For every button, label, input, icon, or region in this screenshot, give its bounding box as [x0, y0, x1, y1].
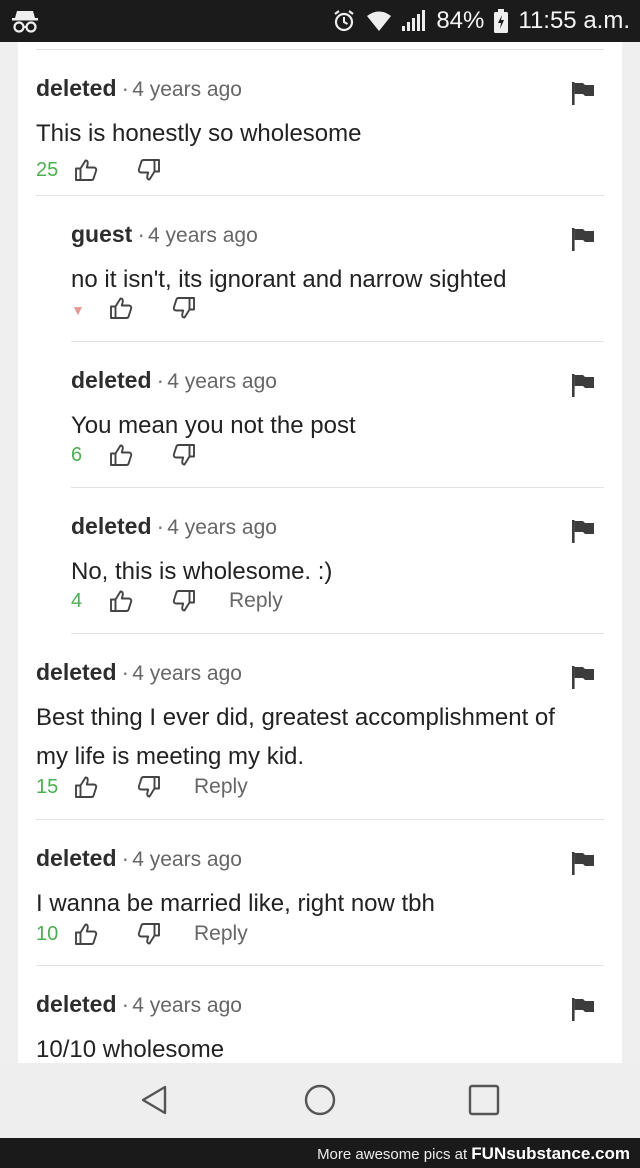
comment-score: 4	[71, 589, 83, 612]
comment-meta: deleted · 4 years ago	[71, 367, 277, 394]
reply-button[interactable]: Reply	[194, 922, 248, 946]
comment-age: 4 years ago	[132, 994, 242, 1017]
thumbs-down-icon[interactable]	[171, 295, 197, 321]
thumbs-up-icon[interactable]	[108, 295, 134, 321]
comment: guest · 4 years ago no it isn't, its ignor…	[71, 196, 604, 342]
thumbs-down-icon[interactable]	[136, 774, 162, 800]
thumbs-up-icon[interactable]	[73, 774, 99, 800]
flag-icon[interactable]	[570, 226, 596, 252]
navigation-bar	[0, 1063, 640, 1138]
comment-text: I wanna be married like, right now tbh	[36, 890, 435, 917]
comment-author[interactable]: deleted	[36, 659, 117, 685]
comment-author[interactable]: deleted	[36, 845, 117, 871]
meta-dot: ·	[121, 75, 130, 101]
thumbs-up-icon[interactable]	[73, 921, 99, 947]
comment-author[interactable]: deleted	[71, 513, 152, 539]
comments-panel: deleted · 4 years ago This is honestly so …	[18, 42, 622, 1063]
comment-meta: deleted · 4 years ago	[36, 75, 242, 102]
comment-text: This is honestly so wholesome	[36, 120, 362, 147]
reply-button[interactable]: Reply	[194, 775, 248, 799]
thumbs-up-icon[interactable]	[73, 157, 99, 183]
flag-icon[interactable]	[570, 850, 596, 876]
thumbs-down-icon[interactable]	[136, 921, 162, 947]
comment-age: 4 years ago	[132, 78, 242, 101]
comment: deleted · 4 years ago You mean you not the…	[71, 342, 604, 488]
comment-meta: deleted · 4 years ago	[36, 845, 242, 872]
comment-author[interactable]: guest	[71, 221, 132, 247]
comment-meta: deleted · 4 years ago	[36, 659, 242, 686]
comment-age: 4 years ago	[132, 848, 242, 871]
comment-score: 10	[36, 922, 59, 945]
thumbs-up-icon[interactable]	[108, 442, 134, 468]
comment-actions: 15 Reply	[36, 772, 248, 802]
alarm-icon	[334, 10, 354, 32]
comment-meta: guest · 4 years ago	[71, 221, 258, 248]
thumbs-up-icon[interactable]	[108, 588, 134, 614]
comment-actions: 4 Reply	[71, 586, 283, 616]
incognito-icon	[12, 11, 38, 33]
comment-score: 15	[36, 775, 59, 798]
meta-dot: ·	[156, 367, 165, 393]
back-triangle-icon[interactable]	[135, 1080, 175, 1120]
comment-age: 4 years ago	[167, 516, 277, 539]
home-circle-icon[interactable]	[300, 1080, 340, 1120]
comment-author[interactable]: deleted	[71, 367, 152, 393]
comment-meta: deleted · 4 years ago	[36, 991, 242, 1018]
comment-meta: deleted · 4 years ago	[71, 513, 277, 540]
triangle-down-icon[interactable]: ▼	[71, 298, 108, 318]
battery-icon	[494, 9, 509, 33]
signal-icon	[402, 10, 426, 31]
meta-dot: ·	[121, 991, 130, 1017]
comment-author[interactable]: deleted	[36, 75, 117, 101]
watermark: More awesome pics at FUNsubstance.com	[317, 1144, 630, 1164]
comment-age: 4 years ago	[132, 662, 242, 685]
comment-score: 25	[36, 158, 59, 181]
comment-actions: 6	[71, 440, 229, 470]
thumbs-down-icon[interactable]	[136, 157, 162, 183]
meta-dot: ·	[121, 659, 130, 685]
comment-actions: 10 Reply	[36, 919, 248, 949]
comment-text: 10/10 wholesome	[36, 1036, 225, 1063]
meta-dot: ·	[121, 845, 130, 871]
comment: deleted · 4 years ago This is honestly so …	[36, 50, 604, 196]
comment-actions: ▼	[71, 293, 229, 323]
reply-button[interactable]: Reply	[229, 589, 283, 613]
clock: 11:55 a.m.	[518, 7, 630, 34]
comment-actions: 25	[36, 155, 194, 185]
watermark-bar: More awesome pics at FUNsubstance.com	[0, 1138, 640, 1168]
comment-age: 4 years ago	[167, 370, 277, 393]
watermark-brand: FUNsubstance.com	[471, 1144, 630, 1163]
thumbs-down-icon[interactable]	[171, 442, 197, 468]
comment: deleted · 4 years ago Best thing I ever di…	[36, 634, 604, 820]
flag-icon[interactable]	[570, 80, 596, 106]
comment: deleted · 4 years ago No, this is wholesom…	[71, 488, 604, 634]
meta-dot: ·	[137, 221, 146, 247]
comment: deleted · 4 years ago 10/10 wholesome	[36, 966, 604, 1063]
wifi-icon	[367, 11, 392, 31]
comment-text: Best thing I ever did, greatest accompli…	[36, 704, 555, 770]
comment-age: 4 years ago	[148, 224, 258, 247]
thumbs-down-icon[interactable]	[171, 588, 197, 614]
flag-icon[interactable]	[570, 518, 596, 544]
status-bar: 84% 11:55 a.m.	[0, 0, 640, 42]
watermark-prefix: More awesome pics at	[317, 1146, 468, 1163]
comment-author[interactable]: deleted	[36, 991, 117, 1017]
flag-icon[interactable]	[570, 996, 596, 1022]
comment: deleted · 4 years ago I wanna be married l…	[36, 820, 604, 966]
comment-score: 6	[71, 443, 83, 466]
flag-icon[interactable]	[570, 664, 596, 690]
recents-square-icon[interactable]	[464, 1080, 504, 1120]
battery-percent: 84%	[436, 7, 485, 34]
flag-icon[interactable]	[570, 372, 596, 398]
meta-dot: ·	[156, 513, 165, 539]
